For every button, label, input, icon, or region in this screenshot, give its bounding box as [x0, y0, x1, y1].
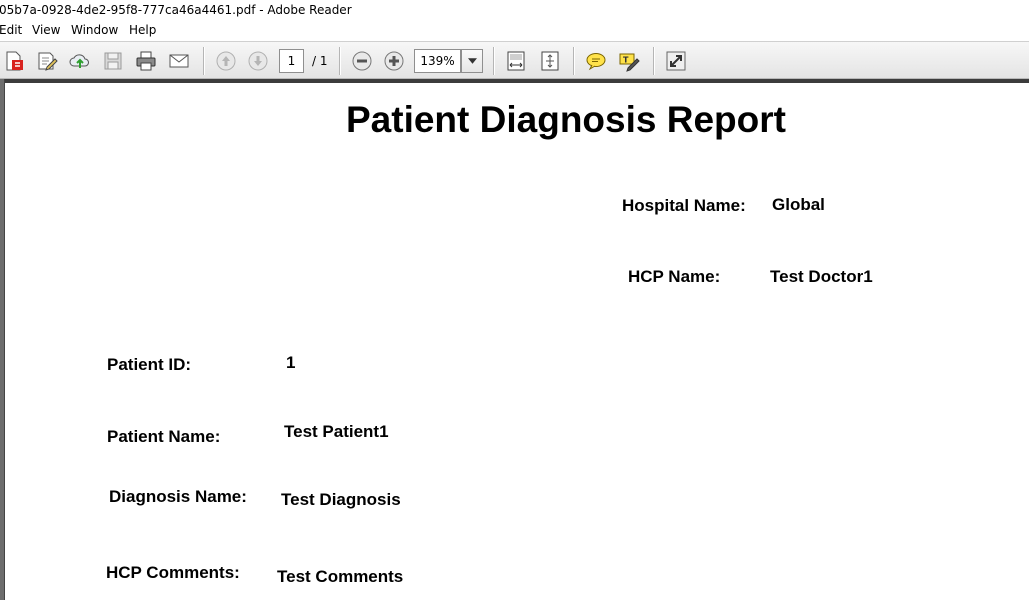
save-icon: [104, 52, 122, 70]
arrow-up-icon: [216, 51, 236, 71]
cloud-upload-icon: [69, 54, 89, 68]
menu-view[interactable]: View: [31, 20, 61, 41]
menu-window[interactable]: Window: [70, 20, 119, 41]
viewer-top-border: [0, 79, 1029, 83]
previous-page-button[interactable]: [214, 49, 238, 73]
sign-button[interactable]: T: [617, 49, 641, 73]
zoom-level-input[interactable]: 139%: [414, 49, 461, 73]
viewer-left-border: [0, 79, 5, 600]
svg-text:T: T: [623, 56, 629, 65]
toolbar-separator: [203, 47, 204, 75]
email-button[interactable]: [167, 49, 191, 73]
window-titlebar: 05b7a-0928-4de2-95f8-777ca46a4461.pdf - …: [0, 0, 1029, 20]
comment-button[interactable]: [584, 49, 608, 73]
full-screen-button[interactable]: [664, 49, 688, 73]
patient-id-value: 1: [286, 353, 296, 372]
zoom-out-button[interactable]: [350, 49, 374, 73]
edit-document-icon: [38, 52, 58, 71]
hospital-name-value: Global: [772, 195, 825, 214]
print-button[interactable]: [134, 49, 158, 73]
fit-page-icon: [541, 51, 559, 71]
diagnosis-name-value: Test Diagnosis: [281, 490, 401, 509]
menu-help[interactable]: Help: [128, 20, 157, 41]
toolbar-separator: [339, 47, 340, 75]
envelope-icon: [169, 54, 189, 68]
toolbar-separator: [653, 47, 654, 75]
fit-page-button[interactable]: [538, 49, 562, 73]
hcp-name-value: Test Doctor1: [770, 267, 873, 286]
speech-bubble-icon: [586, 53, 606, 71]
fit-width-button[interactable]: [504, 49, 528, 73]
diagnosis-name-label: Diagnosis Name:: [109, 487, 247, 506]
report-title: Patient Diagnosis Report: [346, 99, 786, 140]
save-button[interactable]: [101, 49, 125, 73]
create-pdf-button[interactable]: [2, 49, 26, 73]
minus-circle-icon: [352, 51, 372, 71]
document-viewer[interactable]: [0, 79, 1029, 600]
upload-cloud-button[interactable]: [68, 49, 92, 73]
patient-name-value: Test Patient1: [284, 422, 389, 441]
toolbar-separator: [573, 47, 574, 75]
hcp-comments-label: HCP Comments:: [106, 563, 240, 582]
expand-icon: [666, 51, 686, 71]
zoom-dropdown-button[interactable]: [461, 49, 483, 73]
plus-circle-icon: [384, 51, 404, 71]
sign-pen-icon: T: [619, 53, 640, 72]
page-total: / 1: [312, 54, 328, 68]
next-page-button[interactable]: [246, 49, 270, 73]
patient-id-label: Patient ID:: [107, 355, 192, 374]
zoom-in-button[interactable]: [382, 49, 406, 73]
create-pdf-icon: [6, 51, 23, 71]
chevron-down-icon: [467, 58, 477, 64]
window-title: 05b7a-0928-4de2-95f8-777ca46a4461.pdf - …: [0, 3, 352, 17]
patient-name-label: Patient Name:: [107, 427, 221, 446]
page-number-input[interactable]: 1: [279, 49, 304, 73]
arrow-down-icon: [248, 51, 268, 71]
toolbar-separator: [493, 47, 494, 75]
fit-width-icon: [507, 51, 525, 71]
hcp-comments-value: Test Comments: [277, 567, 404, 586]
hospital-name-label: Hospital Name:: [622, 196, 746, 215]
printer-icon: [136, 51, 156, 71]
hcp-name-label: HCP Name:: [628, 267, 721, 286]
edit-pdf-button[interactable]: [35, 49, 59, 73]
menu-edit[interactable]: Edit: [0, 20, 23, 41]
toolbar: 1 / 1 139% T: [0, 41, 1029, 79]
menu-bar: Edit View Window Help: [0, 20, 1029, 41]
